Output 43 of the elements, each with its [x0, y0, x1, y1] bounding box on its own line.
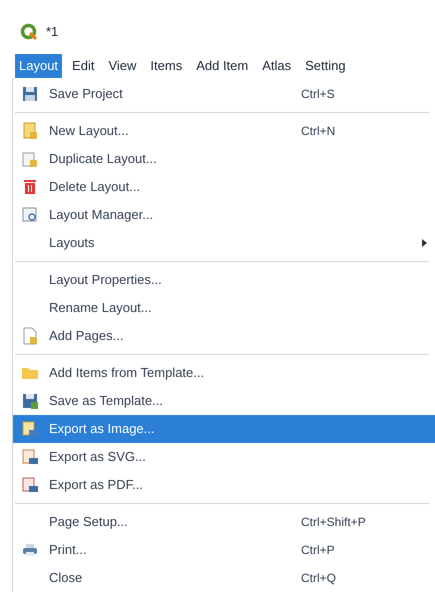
menubar-item[interactable]: Atlas — [258, 54, 296, 78]
menu-item[interactable]: Export as Image... — [13, 415, 435, 443]
save-icon — [21, 85, 39, 103]
shortcut-label: Ctrl+P — [301, 542, 335, 559]
app-logo-icon — [20, 23, 38, 41]
shortcut-label: Ctrl+Shift+P — [301, 514, 366, 531]
menu-item[interactable]: Layout Manager... — [13, 201, 435, 229]
menu-item[interactable]: Layouts — [13, 229, 435, 257]
duplicate-document-icon — [21, 150, 39, 168]
window-title: *1 — [46, 23, 58, 42]
menu-item[interactable]: Layout Properties... — [13, 266, 435, 294]
shortcut-label: Ctrl+Q — [301, 570, 336, 587]
menu-item[interactable]: Save Project Ctrl+S — [13, 80, 435, 108]
add-page-icon — [21, 327, 39, 345]
new-document-icon — [21, 122, 39, 140]
shortcut-label: Ctrl+S — [301, 86, 335, 103]
printer-icon — [21, 541, 39, 559]
menubar-item[interactable]: Setting — [301, 54, 350, 78]
menu-item[interactable]: Add Pages... — [13, 322, 435, 350]
menubar-item[interactable]: Edit — [68, 54, 98, 78]
submenu-arrow-icon — [422, 239, 427, 247]
trash-icon — [21, 178, 39, 196]
menubar-item[interactable]: Add Item — [192, 54, 252, 78]
menu-item[interactable]: Save as Template... — [13, 387, 435, 415]
menu-item[interactable]: Export as PDF... — [13, 471, 435, 499]
menu-item[interactable]: Print... Ctrl+P — [13, 536, 435, 564]
menubar-item[interactable]: Items — [146, 54, 186, 78]
export-image-icon — [21, 420, 39, 438]
export-vector-icon — [21, 448, 39, 466]
export-pdf-icon — [21, 476, 39, 494]
menubar-item[interactable]: View — [104, 54, 140, 78]
menu-item[interactable]: Delete Layout... — [13, 173, 435, 201]
menu-item[interactable]: Export as SVG... — [13, 443, 435, 471]
menu-item[interactable]: Rename Layout... — [13, 294, 435, 322]
save-template-icon — [21, 392, 39, 410]
menu-item[interactable]: Page Setup... Ctrl+Shift+P — [13, 508, 435, 536]
document-search-icon — [21, 206, 39, 224]
menu-item[interactable]: New Layout... Ctrl+N — [13, 117, 435, 145]
shortcut-label: Ctrl+N — [301, 123, 336, 140]
menu-item[interactable]: Duplicate Layout... — [13, 145, 435, 173]
menu-item[interactable]: Close Ctrl+Q — [13, 564, 435, 592]
menubar-item[interactable]: Layout — [15, 54, 62, 78]
menu-item[interactable]: Add Items from Template... — [13, 359, 435, 387]
